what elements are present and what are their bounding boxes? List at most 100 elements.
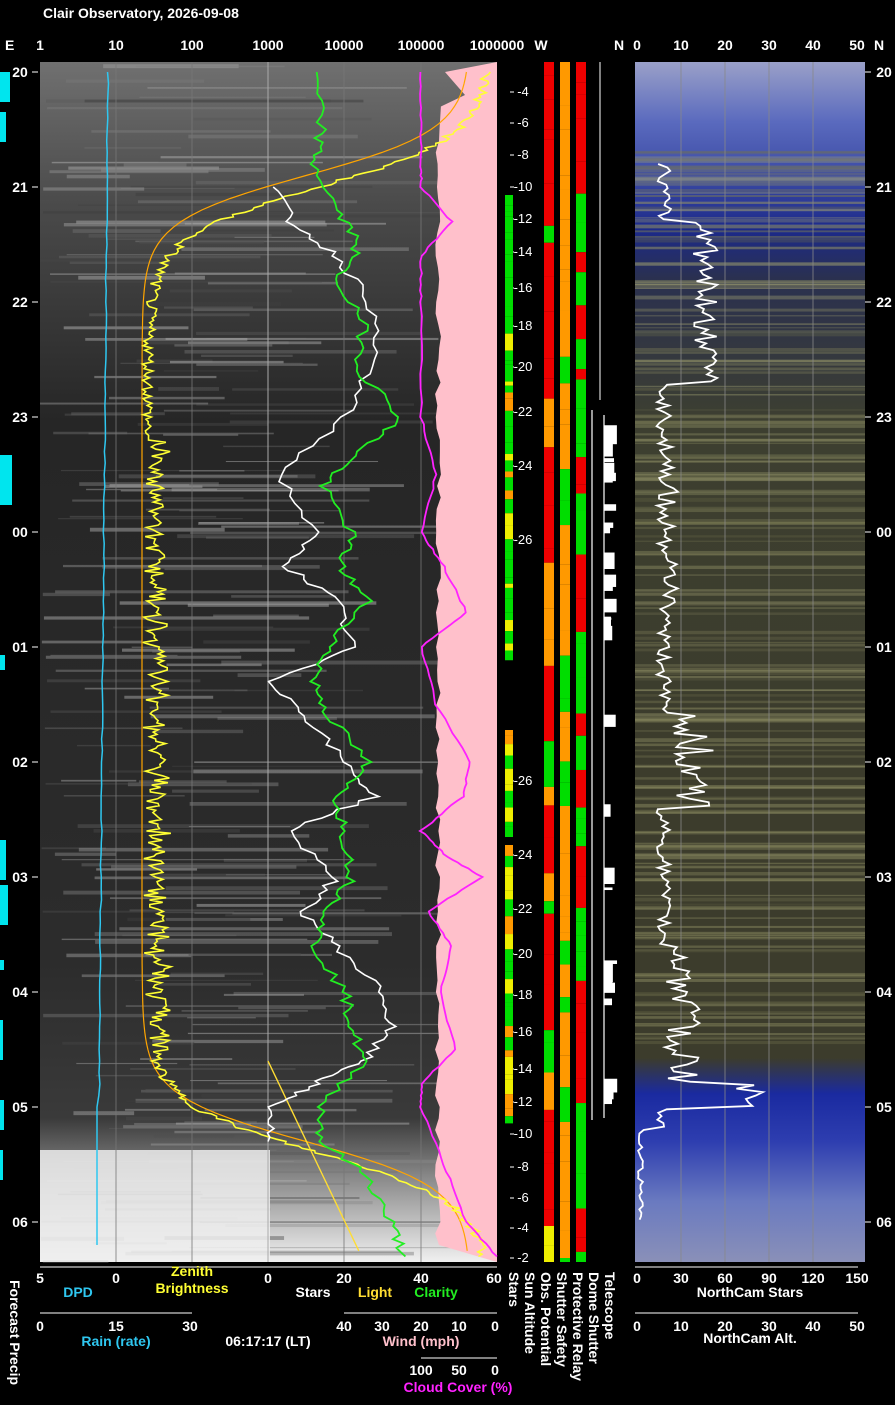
status-segment <box>560 175 570 190</box>
northcam-streak <box>635 777 865 780</box>
sun-altitude-label: -10 <box>514 179 533 194</box>
keogram-streak <box>164 306 253 309</box>
northcam-streak <box>635 894 865 897</box>
status-segment <box>560 281 570 311</box>
status-segment <box>544 311 554 359</box>
stars-segment <box>505 790 513 803</box>
log-tick-100000: 100000 <box>398 37 445 53</box>
status-segment <box>560 62 570 106</box>
stars-segment <box>505 620 513 632</box>
forecast-precip-label: Forecast Precip <box>7 1280 23 1385</box>
stars-segment <box>505 583 513 588</box>
status-segment <box>560 245 570 270</box>
northcam-streak <box>635 535 865 538</box>
status-segment <box>544 837 554 874</box>
status-segment <box>576 272 586 306</box>
stars-segment <box>505 333 513 351</box>
keogram-streak <box>193 308 413 312</box>
northcam-streak <box>635 601 865 605</box>
northcam-streak <box>635 438 865 442</box>
keogram-streak <box>201 1093 283 1098</box>
stars-segment <box>505 1050 513 1057</box>
keogram-streak <box>237 673 302 678</box>
status-segment <box>560 782 570 806</box>
forecast-precip-bar <box>0 1150 3 1180</box>
northcam-streak <box>635 991 865 996</box>
stars-segment <box>505 195 513 206</box>
status-segment <box>544 1245 554 1262</box>
northcam-streak <box>635 574 865 576</box>
telescope-block <box>604 976 613 988</box>
wind-tick-20: 20 <box>413 1318 429 1334</box>
sun-altitude-label: -6 <box>517 1190 529 1205</box>
keogram-streak <box>91 130 271 133</box>
time-label-right: 22 <box>876 294 892 310</box>
status-segment <box>560 1055 570 1088</box>
sun-altitude-label: -14 <box>514 244 533 259</box>
status-segment <box>560 105 570 130</box>
keogram-streak <box>165 886 388 891</box>
northcam-streak <box>635 689 865 691</box>
status-segment <box>576 643 586 678</box>
northcam-streak <box>635 855 865 860</box>
time-label-left: 20 <box>12 64 28 80</box>
northcam-streak <box>635 217 865 219</box>
keogram-streak <box>169 289 292 293</box>
keogram-streak <box>204 1108 357 1112</box>
vlabel-protective-relay: Protective Relay <box>570 1272 586 1381</box>
status-segment <box>560 727 570 762</box>
keogram-streak <box>188 134 358 139</box>
northcam-streak <box>635 519 865 521</box>
keogram-streak <box>108 1127 229 1130</box>
north-right-label: N <box>874 37 884 53</box>
northcam-streak <box>635 508 865 513</box>
keogram-streak <box>150 714 435 719</box>
keogram-streak <box>230 412 472 415</box>
status-segment <box>576 631 586 644</box>
status-segment <box>576 677 586 714</box>
forecast-precip-bar <box>0 885 8 925</box>
northcam-streak <box>635 865 865 868</box>
keogram-streak <box>174 344 273 347</box>
stars-segment <box>505 934 513 950</box>
keogram-streak <box>118 474 316 479</box>
status-segment <box>576 339 586 370</box>
stars-segment <box>505 826 513 838</box>
sun-altitude-label: -26 <box>514 773 533 788</box>
northcam-streak <box>635 694 865 697</box>
keogram-streak <box>158 982 252 986</box>
northcam-streak <box>635 262 865 266</box>
northcam-streak <box>635 281 865 284</box>
keogram-streak <box>94 375 217 379</box>
keogram-streak <box>50 281 322 283</box>
northcam-streak <box>635 931 865 934</box>
northcam-streak <box>635 308 865 312</box>
stars-segment <box>505 821 513 827</box>
keogram-streak <box>232 388 399 391</box>
keogram-streak <box>188 825 291 828</box>
status-segment <box>544 1121 554 1153</box>
northcam-streak <box>635 283 865 285</box>
status-segment <box>576 818 586 834</box>
status-segment <box>576 807 586 819</box>
keogram-streak <box>198 522 325 524</box>
keogram-streak <box>76 1062 178 1065</box>
stars-segment <box>505 916 513 935</box>
northcam-streak <box>635 454 865 459</box>
keogram-streak <box>145 302 282 307</box>
status-segment <box>560 584 570 631</box>
stars-segment <box>505 971 513 980</box>
status-segment <box>560 1087 570 1122</box>
keogram-streak <box>47 679 201 683</box>
sun-altitude-label: -12 <box>514 211 533 226</box>
time-label-left: 22 <box>12 294 28 310</box>
telescope-block <box>604 458 615 463</box>
status-segment <box>576 379 586 409</box>
keogram-streak <box>169 360 284 364</box>
status-segment <box>560 916 570 933</box>
keogram-streak <box>137 422 269 426</box>
sun-altitude-label: -22 <box>514 901 533 916</box>
status-segment <box>560 383 570 410</box>
status-segment <box>544 276 554 312</box>
keogram-streak <box>89 527 225 532</box>
